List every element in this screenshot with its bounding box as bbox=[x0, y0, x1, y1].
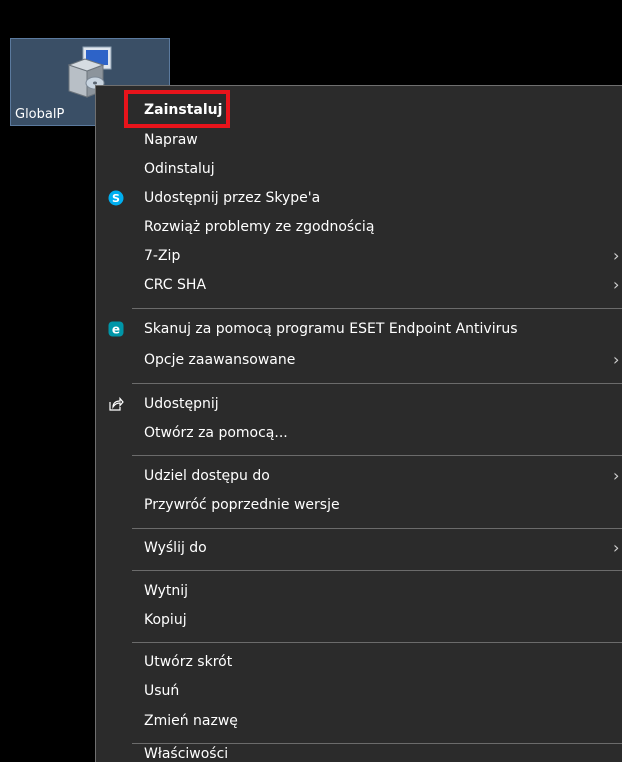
eset-icon: e bbox=[108, 321, 124, 337]
desktop: GlobalP Zainstaluj Napraw Odinstaluj S U… bbox=[0, 0, 622, 762]
menu-item-label: Wytnij bbox=[144, 583, 189, 599]
menu-item-open-with[interactable]: Otwórz za pomocą... bbox=[96, 419, 622, 447]
menu-separator bbox=[132, 308, 622, 309]
menu-item-label: Otwórz za pomocą... bbox=[144, 425, 288, 441]
menu-separator bbox=[132, 528, 622, 529]
menu-item-send-to[interactable]: Wyślij do › bbox=[96, 534, 622, 562]
menu-item-copy[interactable]: Kopiuj bbox=[96, 606, 622, 634]
menu-item-7zip[interactable]: 7-Zip › bbox=[96, 242, 622, 270]
submenu-arrow-icon: › bbox=[613, 538, 620, 557]
svg-text:e: e bbox=[112, 323, 120, 337]
menu-item-delete[interactable]: Usuń bbox=[96, 677, 622, 705]
svg-text:S: S bbox=[112, 192, 120, 205]
menu-item-label: Skanuj za pomocą programu ESET Endpoint … bbox=[144, 321, 518, 337]
menu-item-create-shortcut[interactable]: Utwórz skrót bbox=[96, 648, 622, 676]
menu-item-properties[interactable]: Właściwości bbox=[96, 740, 622, 762]
menu-item-label: Przywróć poprzednie wersje bbox=[144, 497, 340, 513]
menu-item-label: Wyślij do bbox=[144, 540, 207, 556]
submenu-arrow-icon: › bbox=[613, 466, 620, 485]
menu-item-crc-sha[interactable]: CRC SHA › bbox=[96, 271, 622, 299]
menu-item-label: Usuń bbox=[144, 683, 180, 699]
menu-item-share[interactable]: Udostępnij bbox=[96, 390, 622, 418]
share-icon bbox=[109, 396, 124, 411]
menu-item-label: Udziel dostępu do bbox=[144, 468, 270, 484]
menu-item-label: Właściwości bbox=[144, 746, 229, 762]
menu-item-skype-share[interactable]: S Udostępnij przez Skype'a bbox=[96, 184, 622, 212]
menu-item-label: Zmień nazwę bbox=[144, 713, 238, 729]
menu-item-label: Odinstaluj bbox=[144, 161, 215, 177]
menu-item-label: Napraw bbox=[144, 132, 198, 148]
menu-separator bbox=[132, 383, 622, 384]
menu-item-label: Udostępnij bbox=[144, 396, 219, 412]
menu-item-advanced-options[interactable]: Opcje zaawansowane › bbox=[96, 346, 622, 374]
submenu-arrow-icon: › bbox=[613, 246, 620, 265]
menu-item-restore-versions[interactable]: Przywróć poprzednie wersje bbox=[96, 491, 622, 519]
menu-separator bbox=[132, 642, 622, 643]
highlight-box bbox=[124, 90, 230, 128]
menu-item-give-access[interactable]: Udziel dostępu do › bbox=[96, 462, 622, 490]
menu-item-label: Udostępnij przez Skype'a bbox=[144, 190, 321, 206]
menu-item-rename[interactable]: Zmień nazwę bbox=[96, 707, 622, 735]
skype-icon: S bbox=[108, 190, 124, 206]
menu-item-napraw[interactable]: Napraw bbox=[96, 126, 622, 154]
menu-separator bbox=[132, 455, 622, 456]
submenu-arrow-icon: › bbox=[613, 350, 620, 369]
menu-item-label: Opcje zaawansowane bbox=[144, 352, 296, 368]
menu-item-eset-scan[interactable]: e Skanuj za pomocą programu ESET Endpoin… bbox=[96, 315, 622, 343]
menu-item-cut[interactable]: Wytnij bbox=[96, 577, 622, 605]
context-menu: Zainstaluj Napraw Odinstaluj S Udostępni… bbox=[95, 85, 622, 762]
menu-separator bbox=[132, 570, 622, 571]
menu-item-label: Utwórz skrót bbox=[144, 654, 233, 670]
menu-item-label: Rozwiąż problemy ze zgodnością bbox=[144, 219, 375, 235]
menu-item-odinstaluj[interactable]: Odinstaluj bbox=[96, 155, 622, 183]
submenu-arrow-icon: › bbox=[613, 275, 620, 294]
menu-item-compat-troubleshoot[interactable]: Rozwiąż problemy ze zgodnością bbox=[96, 213, 622, 241]
menu-item-label: CRC SHA bbox=[144, 277, 207, 293]
menu-item-label: Kopiuj bbox=[144, 612, 187, 628]
menu-item-label: 7-Zip bbox=[144, 248, 181, 264]
